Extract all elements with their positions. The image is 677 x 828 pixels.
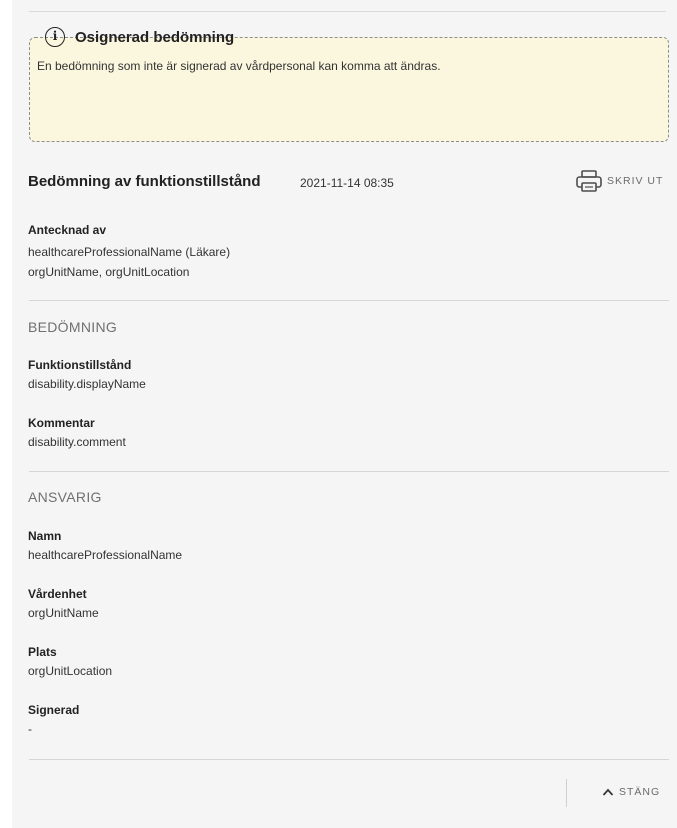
noted-by-unit: orgUnitName, orgUnitLocation [28,265,190,279]
responsible-heading: ANSVARIG [28,489,102,505]
footer-separator [566,779,567,807]
page-title: Bedömning av funktionstillstånd [28,173,261,190]
top-divider [29,11,666,12]
field-value-care-unit: orgUnitName [28,606,99,620]
assessment-heading: BEDÖMNING [28,319,118,335]
field-value-comment: disability.comment [28,435,126,449]
field-value-name: healthcareProfessionalName [28,548,183,562]
field-value-signed: - [28,722,32,736]
field-label-signed: Signerad [28,703,80,717]
close-button[interactable]: STÄNG [602,786,660,798]
assessment-panel: i Osignerad bedömning En bedömning som i… [12,0,677,828]
printer-icon [576,170,602,192]
footer-divider [29,759,669,760]
section-divider [29,300,669,301]
noted-by-label: Antecknad av [28,223,107,237]
alert-text: En bedömning som inte är signerad av vår… [37,59,441,73]
print-button[interactable]: SKRIV UT [575,169,663,193]
field-label-care-unit: Vårdenhet [28,587,87,601]
print-label: SKRIV UT [607,175,664,187]
close-label: STÄNG [619,786,661,798]
assessment-date: 2021-11-14 08:35 [300,176,394,190]
alert-title: Osignerad bedömning [75,29,235,46]
field-label-comment: Kommentar [28,416,95,430]
info-icon: i [45,27,65,47]
noted-by-professional: healthcareProfessionalName (Läkare) [28,245,231,259]
field-label-functional-status: Funktionstillstånd [28,358,132,372]
field-value-functional-status: disability.displayName [28,377,146,391]
field-label-location: Plats [28,645,57,659]
chevron-up-icon [602,788,614,796]
section-divider [29,471,669,472]
field-label-name: Namn [28,529,62,543]
field-value-location: orgUnitLocation [28,664,113,678]
unsigned-alert [29,37,669,142]
